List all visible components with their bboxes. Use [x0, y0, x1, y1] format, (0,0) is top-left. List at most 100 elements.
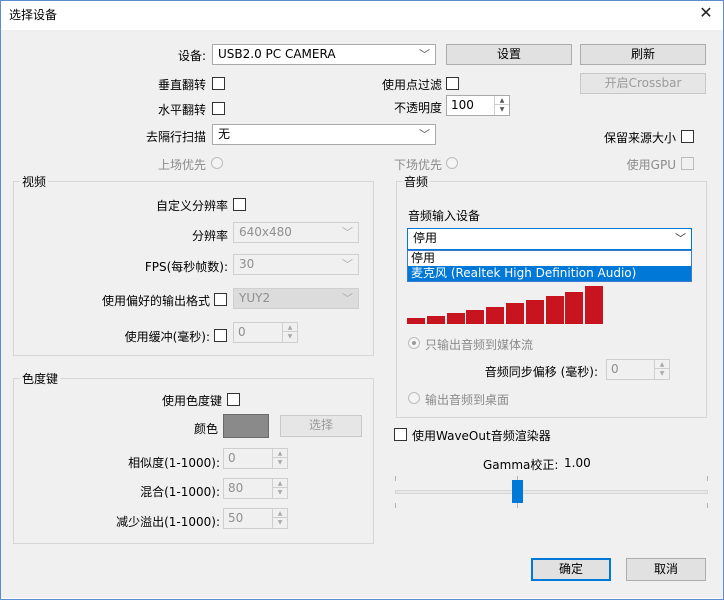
dropdown-option-microphone[interactable]: 麦克风 (Realtek High Definition Audio) — [408, 266, 691, 281]
arrow-up-icon[interactable]: ▲ — [495, 96, 509, 105]
device-select-value: USB2.0 PC CAMERA — [218, 47, 336, 61]
audio-input-select[interactable]: 停用 ﹀ — [407, 228, 692, 250]
vflip-checkbox[interactable] — [212, 77, 225, 90]
stepper-buttons[interactable]: ▲ ▼ — [282, 323, 297, 342]
gamma-slider-track[interactable] — [395, 490, 708, 494]
arrow-up-icon[interactable]: ▲ — [655, 360, 669, 369]
hflip-checkbox[interactable] — [212, 102, 225, 115]
arrow-down-icon[interactable]: ▼ — [495, 105, 509, 114]
slider-tick — [517, 503, 518, 508]
stepper-buttons[interactable]: ▲ ▼ — [654, 360, 669, 379]
point-filter-label: 使用点过滤 — [381, 78, 442, 92]
point-filter-checkbox[interactable] — [446, 77, 459, 90]
arrow-down-icon[interactable]: ▼ — [655, 369, 669, 378]
close-icon[interactable]: ✕ — [694, 2, 718, 24]
crossbar-button[interactable]: 开启Crossbar — [580, 73, 706, 94]
cancel-button[interactable]: 取消 — [626, 558, 706, 581]
resolution-select[interactable]: 640x480 ﹀ — [233, 222, 359, 243]
arrow-down-icon[interactable]: ▼ — [273, 458, 287, 467]
output-desktop-radio[interactable] — [408, 392, 420, 404]
stepper-buttons[interactable]: ▲ ▼ — [272, 509, 287, 528]
spill-value: 50 — [228, 511, 244, 525]
stepper-buttons[interactable]: ▲ ▼ — [272, 479, 287, 498]
custom-res-checkbox[interactable] — [233, 198, 246, 211]
preferred-format-label: 使用偏好的输出格式 — [101, 294, 210, 308]
keep-source-size-label: 保留来源大小 — [603, 131, 676, 145]
device-label: 设备: — [177, 49, 206, 63]
meter-bar — [407, 318, 425, 324]
gamma-value: 1.00 — [564, 456, 591, 470]
similarity-stepper[interactable]: 0 ▲ ▼ — [223, 448, 288, 469]
slider-tick — [395, 503, 396, 508]
keep-source-size-checkbox[interactable] — [681, 130, 694, 143]
opacity-stepper[interactable]: 100 ▲ ▼ — [446, 95, 510, 116]
custom-res-label: 自定义分辨率 — [155, 199, 228, 213]
chevron-down-icon: ﹀ — [342, 258, 353, 271]
ok-button[interactable]: 确定 — [531, 558, 611, 581]
meter-bar — [546, 296, 564, 324]
fps-label: FPS(每秒帧数): — [144, 260, 228, 274]
lower-first-radio[interactable] — [446, 157, 458, 169]
blend-label: 混合(1-1000): — [140, 485, 220, 499]
dropdown-option-disable[interactable]: 停用 — [408, 251, 691, 266]
audio-input-dropdown: 停用 麦克风 (Realtek High Definition Audio) — [407, 250, 692, 282]
video-group-title: 视频 — [20, 173, 49, 190]
spill-stepper[interactable]: 50 ▲ ▼ — [223, 508, 288, 529]
color-swatch[interactable] — [223, 414, 269, 438]
refresh-button[interactable]: 刷新 — [580, 44, 706, 65]
arrow-down-icon[interactable]: ▼ — [273, 518, 287, 527]
spill-label: 减少溢出(1-1000): — [116, 515, 220, 529]
format-select[interactable]: YUY2 ﹀ — [233, 288, 359, 309]
hflip-label: 水平翻转 — [157, 103, 206, 117]
chevron-down-icon: ﹀ — [342, 226, 353, 239]
lower-first-label: 下场优先 — [393, 158, 442, 172]
audio-input-value: 停用 — [413, 231, 438, 245]
arrow-up-icon[interactable]: ▲ — [283, 323, 297, 332]
stepper-buttons[interactable]: ▲ ▼ — [494, 96, 509, 115]
gamma-slider-thumb[interactable] — [512, 480, 523, 503]
use-waveout-label: 使用WaveOut音频渲染器 — [412, 429, 551, 443]
use-chroma-label: 使用色度键 — [161, 394, 222, 408]
gamma-label: Gamma校正: — [483, 458, 559, 472]
use-gpu-label: 使用GPU — [626, 158, 676, 172]
deinterlace-value: 无 — [218, 127, 231, 141]
buffer-label: 使用缓冲(毫秒): — [124, 330, 210, 344]
arrow-up-icon[interactable]: ▲ — [273, 509, 287, 518]
fps-select[interactable]: 30 ﹀ — [233, 254, 359, 275]
window-title: 选择设备 — [9, 8, 58, 22]
settings-button[interactable]: 设置 — [446, 44, 572, 65]
slider-tick — [707, 476, 708, 481]
arrow-up-icon[interactable]: ▲ — [273, 479, 287, 488]
arrow-down-icon[interactable]: ▼ — [283, 332, 297, 341]
meter-bar — [447, 313, 465, 324]
audio-group-title: 音频 — [402, 173, 431, 190]
chevron-down-icon: ﹀ — [675, 232, 686, 245]
audio-level-meter — [407, 286, 605, 324]
stepper-buttons[interactable]: ▲ ▼ — [272, 449, 287, 468]
select-color-button[interactable]: 选择 — [280, 415, 362, 437]
blend-stepper[interactable]: 80 ▲ ▼ — [223, 478, 288, 499]
use-chroma-checkbox[interactable] — [227, 393, 240, 406]
arrow-up-icon[interactable]: ▲ — [273, 449, 287, 458]
vflip-label: 垂直翻转 — [157, 78, 206, 92]
use-gpu-checkbox[interactable] — [681, 157, 694, 170]
arrow-down-icon[interactable]: ▼ — [273, 488, 287, 497]
device-select[interactable]: USB2.0 PC CAMERA ﹀ — [212, 44, 436, 65]
chevron-down-icon: ﹀ — [419, 48, 430, 61]
upper-first-radio[interactable] — [211, 157, 223, 169]
deinterlace-select[interactable]: 无 ﹀ — [212, 124, 436, 145]
sync-offset-value: 0 — [611, 362, 619, 376]
output-stream-only-radio[interactable] — [408, 337, 420, 349]
buffer-stepper[interactable]: 0 ▲ ▼ — [233, 322, 298, 343]
title-bar — [1, 1, 723, 29]
meter-bar — [506, 303, 524, 324]
sync-offset-stepper[interactable]: 0 ▲ ▼ — [606, 359, 670, 380]
audio-input-label: 音频输入设备 — [408, 209, 481, 223]
use-waveout-checkbox[interactable] — [394, 428, 407, 441]
buffer-checkbox[interactable] — [214, 329, 227, 342]
blend-value: 80 — [228, 481, 244, 495]
preferred-format-checkbox[interactable] — [214, 293, 227, 306]
meter-bar — [526, 300, 544, 324]
opacity-label: 不透明度 — [393, 101, 442, 115]
deinterlace-label: 去隔行扫描 — [145, 130, 206, 144]
